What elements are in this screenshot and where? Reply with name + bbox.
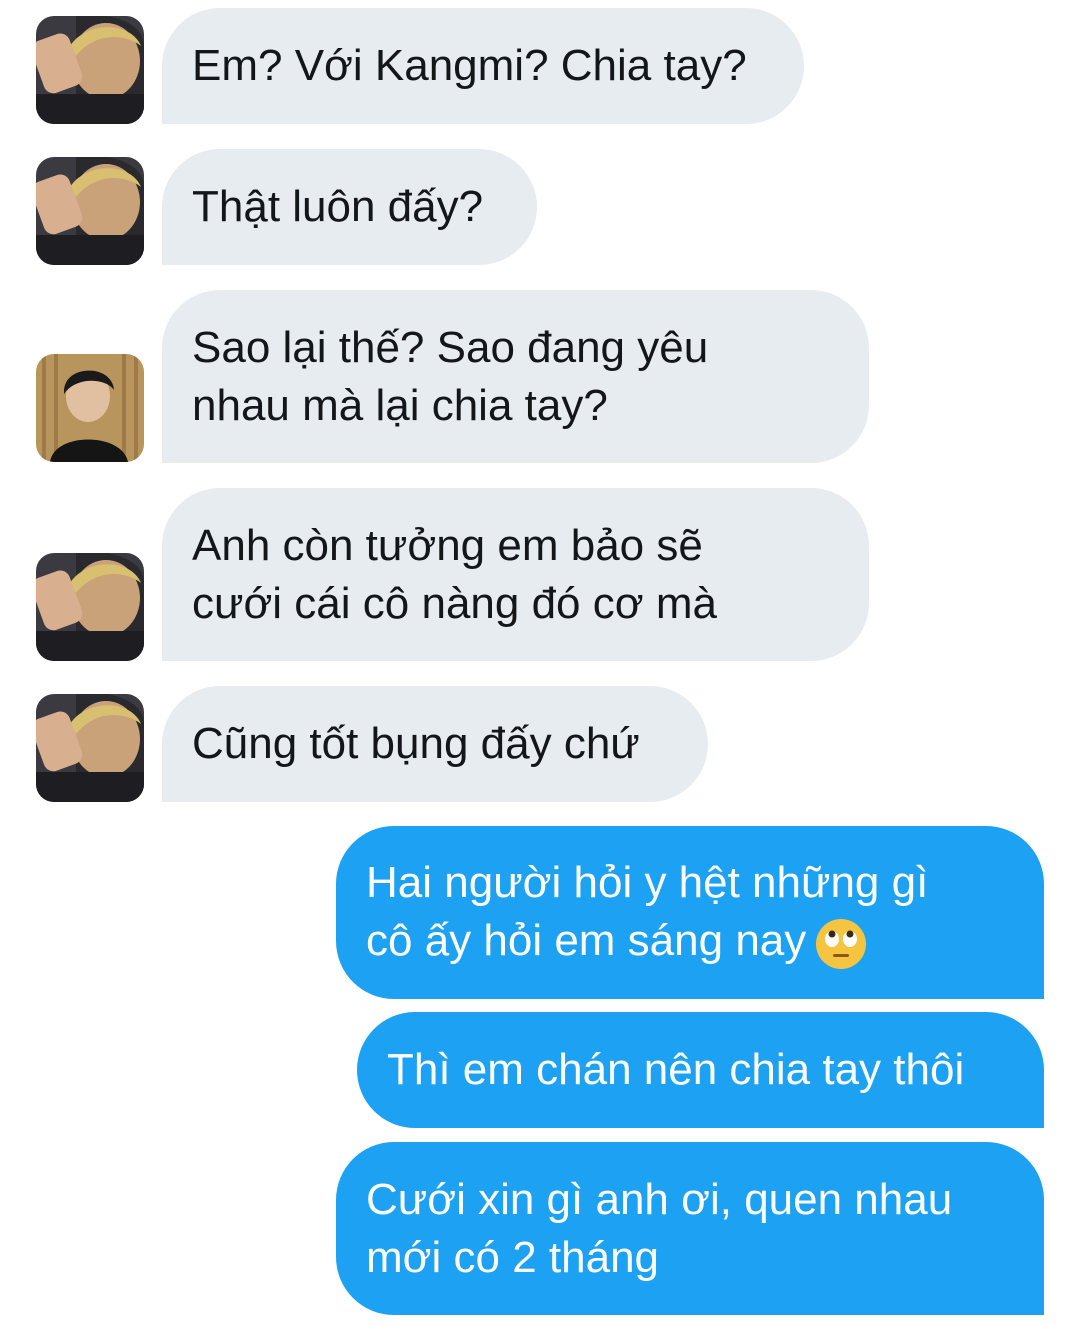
user-avatar-peace-sign-icon xyxy=(36,694,144,802)
message-text: Em? Với Kangmi? Chia tay? xyxy=(192,41,747,90)
message-text: Sao lại thế? Sao đang yêu nhau mà lại ch… xyxy=(192,322,709,430)
message-bubble[interactable]: Sao lại thế? Sao đang yêu nhau mà lại ch… xyxy=(162,290,869,463)
message-bubble[interactable]: Anh còn tưởng em bảo sẽ cưới cái cô nàng… xyxy=(162,488,869,661)
user-avatar-peace-sign-icon xyxy=(36,553,144,661)
user-avatar-peace-sign-icon xyxy=(36,16,144,124)
sender-avatar[interactable] xyxy=(36,553,144,661)
message-bubble[interactable]: Cưới xin gì anh ơi, quen nhau mới có 2 t… xyxy=(336,1142,1044,1315)
face-with-rolling-eyes-emoji-icon xyxy=(816,918,867,969)
message-bubble[interactable]: Thì em chán nên chia tay thôi xyxy=(357,1012,1044,1128)
message-text: Thì em chán nên chia tay thôi xyxy=(387,1045,965,1094)
message-text: Anh còn tưởng em bảo sẽ cưới cái cô nàng… xyxy=(192,520,717,628)
sender-avatar[interactable] xyxy=(36,157,144,265)
sender-avatar[interactable] xyxy=(36,354,144,462)
user-avatar-peace-sign-icon xyxy=(36,157,144,265)
message-bubble[interactable]: Hai người hỏi y hệt những gì cô ấy hỏi e… xyxy=(336,826,1044,999)
message-text: Cưới xin gì anh ơi, quen nhau mới có 2 t… xyxy=(366,1174,953,1282)
message-bubble[interactable]: Cũng tốt bụng đấy chứ xyxy=(162,686,708,802)
sender-avatar[interactable] xyxy=(36,694,144,802)
message-bubble[interactable]: Em? Với Kangmi? Chia tay? xyxy=(162,8,804,124)
sender-avatar[interactable] xyxy=(36,16,144,124)
message-text: Thật luôn đấy? xyxy=(192,182,484,231)
user-avatar-curtain-icon xyxy=(36,354,144,462)
message-bubble[interactable]: Thật luôn đấy? xyxy=(162,149,537,265)
message-text: Hai người hỏi y hệt những gì cô ấy hỏi e… xyxy=(366,854,928,970)
message-text: Cũng tốt bụng đấy chứ xyxy=(192,719,640,768)
